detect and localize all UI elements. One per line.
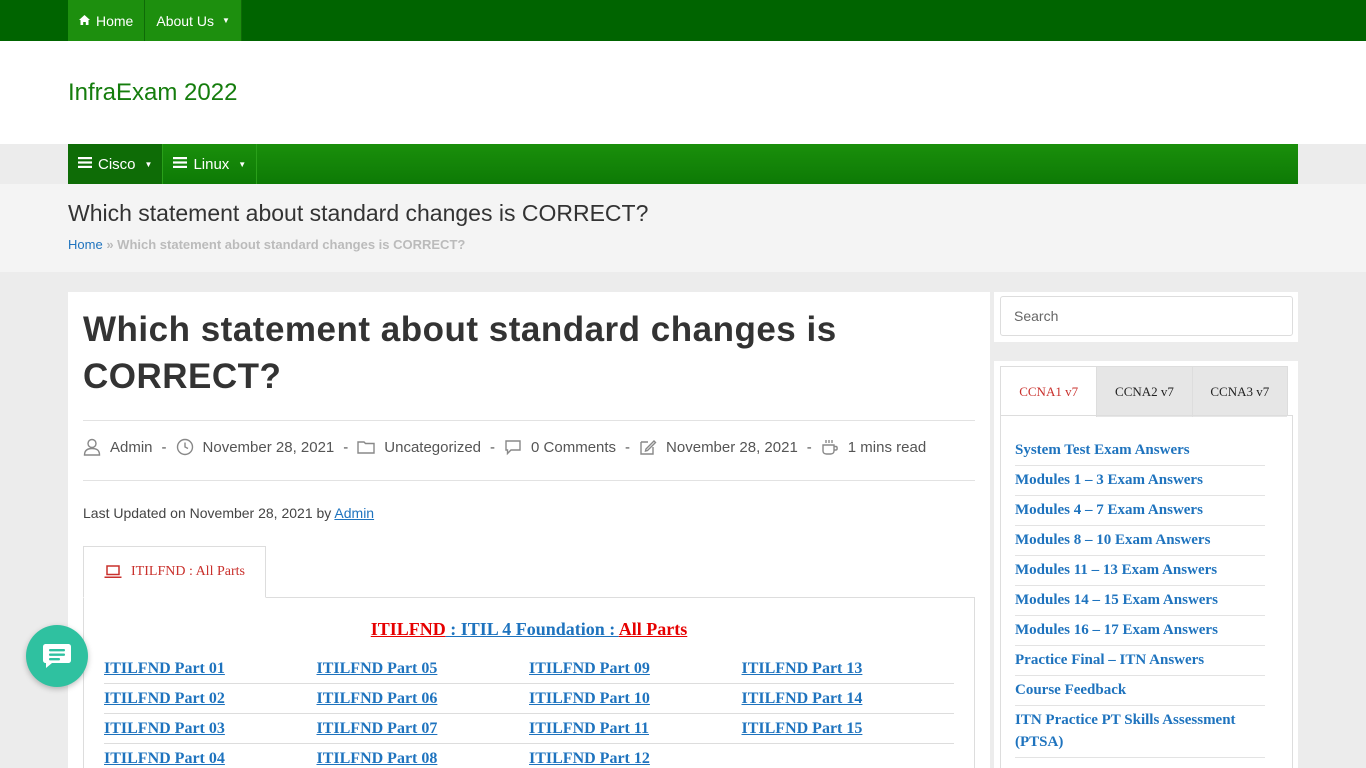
list-item[interactable]: ITN Practice PT Skills Assessment (PTSA) [1015, 706, 1265, 758]
search-widget [994, 292, 1298, 342]
post-meta: Admin - November 28, 2021 - Uncategorize… [83, 438, 926, 456]
top-nav: Home About Us ▼ [68, 0, 242, 41]
part-link[interactable]: ITILFND Part 08 [317, 750, 530, 768]
home-icon [79, 14, 90, 28]
top-nav-about[interactable]: About Us ▼ [145, 0, 242, 41]
last-updated-author[interactable]: Admin [334, 505, 374, 521]
list-item[interactable]: Modules 16 – 17 Exam Answers [1015, 616, 1265, 646]
part-link[interactable]: ITILFND Part 03 [104, 720, 317, 738]
breadcrumb: Home » Which statement about standard ch… [68, 237, 465, 252]
site-header: InfraExam 2022 [0, 41, 1366, 144]
list-item[interactable]: Modules 4 – 7 Exam Answers [1015, 496, 1265, 526]
caret-down-icon: ▼ [144, 159, 153, 169]
parts-heading: ITILFND : ITIL 4 Foundation : All Parts [68, 619, 990, 640]
main-nav-item-linux[interactable]: Linux ▼ [163, 144, 258, 184]
exam-tabs-widget: CCNA1 v7 CCNA2 v7 CCNA3 v7 System Test E… [994, 361, 1298, 768]
table-row: ITILFND Part 03 ITILFND Part 07 ITILFND … [104, 714, 954, 744]
chat-icon [43, 644, 71, 668]
post-title: Which statement about standard changes i… [83, 310, 837, 396]
main-nav-label: Linux [193, 155, 230, 173]
part-link[interactable]: ITILFND Part 10 [529, 690, 742, 708]
part-link[interactable]: ITILFND Part 13 [742, 660, 955, 678]
main-nav: Cisco ▼ Linux ▼ [68, 144, 1298, 184]
tab-ccna2[interactable]: CCNA2 v7 [1096, 367, 1192, 417]
part-link[interactable]: ITILFND Part 07 [317, 720, 530, 738]
edit-icon [640, 440, 657, 455]
parts-table: ITILFND Part 01 ITILFND Part 05 ITILFND … [104, 654, 954, 768]
list-item[interactable]: Modules 1 – 3 Exam Answers [1015, 466, 1265, 496]
main-nav-item-cisco[interactable]: Cisco ▼ [68, 144, 164, 184]
user-icon [83, 438, 101, 456]
breadcrumb-current: Which statement about standard changes i… [117, 237, 466, 252]
list-item[interactable]: Modules 14 – 15 Exam Answers [1015, 586, 1265, 616]
exam-tabs: CCNA1 v7 CCNA2 v7 CCNA3 v7 [1000, 366, 1288, 417]
post-author[interactable]: Admin [110, 439, 153, 456]
caret-down-icon: ▼ [221, 16, 230, 25]
parts-heading-name: : ITIL 4 Foundation : [445, 619, 619, 639]
part-link[interactable]: ITILFND Part 06 [317, 690, 530, 708]
breadcrumb-home[interactable]: Home [68, 237, 103, 252]
caret-down-icon: ▼ [238, 159, 247, 169]
post-date: November 28, 2021 [202, 438, 335, 456]
page-heading: Which statement about standard changes i… [68, 200, 649, 226]
top-nav-about-label: About Us [156, 12, 214, 29]
meta-separator: - [625, 438, 631, 456]
list-item[interactable]: Modules 8 – 10 Exam Answers [1015, 526, 1265, 556]
meta-separator: - [161, 438, 167, 456]
list-item[interactable]: Modules 11 – 13 Exam Answers [1015, 556, 1265, 586]
post-category[interactable]: Uncategorized [384, 439, 481, 456]
main-nav-label: Cisco [98, 155, 136, 173]
table-row: ITILFND Part 04 ITILFND Part 08 ITILFND … [104, 744, 954, 768]
folder-icon [357, 441, 375, 454]
tab-all-parts-label: ITILFND : All Parts [131, 564, 245, 579]
tab-all-parts[interactable]: ITILFND : All Parts [83, 546, 266, 598]
coffee-icon [822, 440, 838, 455]
menu-icon [173, 155, 188, 173]
exam-links: System Test Exam Answers Modules 1 – 3 E… [1015, 436, 1265, 758]
site-title[interactable]: InfraExam 2022 [68, 79, 237, 107]
part-link[interactable]: ITILFND Part 12 [529, 750, 742, 768]
list-item[interactable]: Course Feedback [1015, 676, 1265, 706]
divider [83, 420, 975, 421]
last-updated: Last Updated on November 28, 2021 by Adm… [83, 505, 374, 521]
clock-icon [176, 438, 193, 456]
parts-heading-all: All Parts [618, 619, 688, 639]
comment-icon [505, 440, 521, 456]
top-bar: Home About Us ▼ [0, 0, 1366, 41]
post-read-time: 1 mins read [847, 438, 927, 456]
list-item[interactable]: Practice Final – ITN Answers [1015, 646, 1265, 676]
menu-icon [78, 155, 92, 173]
tab-ccna1[interactable]: CCNA1 v7 [1001, 367, 1097, 417]
page-header: Which statement about standard changes i… [0, 184, 1366, 272]
parts-heading-code: ITILFND [370, 619, 446, 639]
part-link[interactable]: ITILFND Part 02 [104, 690, 317, 708]
part-link[interactable]: ITILFND Part 05 [317, 660, 530, 678]
table-row: ITILFND Part 02 ITILFND Part 06 ITILFND … [104, 684, 954, 714]
tab-ccna3[interactable]: CCNA3 v7 [1191, 367, 1287, 417]
breadcrumb-separator: » [106, 237, 114, 252]
part-link[interactable]: ITILFND Part 04 [104, 750, 317, 768]
part-link[interactable]: ITILFND Part 09 [529, 660, 742, 678]
post-comments[interactable]: 0 Comments [531, 439, 616, 456]
top-nav-home-label: Home [96, 12, 134, 29]
part-link[interactable]: ITILFND Part 14 [742, 690, 955, 708]
part-link[interactable]: ITILFND Part 11 [529, 720, 742, 738]
last-updated-text: Last Updated on November 28, 2021 by [83, 505, 332, 521]
table-row: ITILFND Part 01 ITILFND Part 05 ITILFND … [104, 654, 954, 684]
search-input[interactable] [1000, 296, 1293, 336]
list-item[interactable]: System Test Exam Answers [1015, 436, 1265, 466]
part-link[interactable]: ITILFND Part 15 [742, 720, 955, 738]
meta-separator: - [806, 438, 812, 456]
top-nav-home[interactable]: Home [68, 0, 146, 41]
part-link[interactable]: ITILFND Part 01 [104, 660, 317, 678]
laptop-icon [104, 565, 122, 578]
post-content: Which statement about standard changes i… [68, 292, 990, 768]
meta-separator: - [490, 438, 496, 456]
meta-separator: - [343, 438, 349, 456]
divider [83, 480, 975, 481]
chat-button[interactable] [26, 625, 88, 687]
post-updated: November 28, 2021 [666, 438, 798, 456]
